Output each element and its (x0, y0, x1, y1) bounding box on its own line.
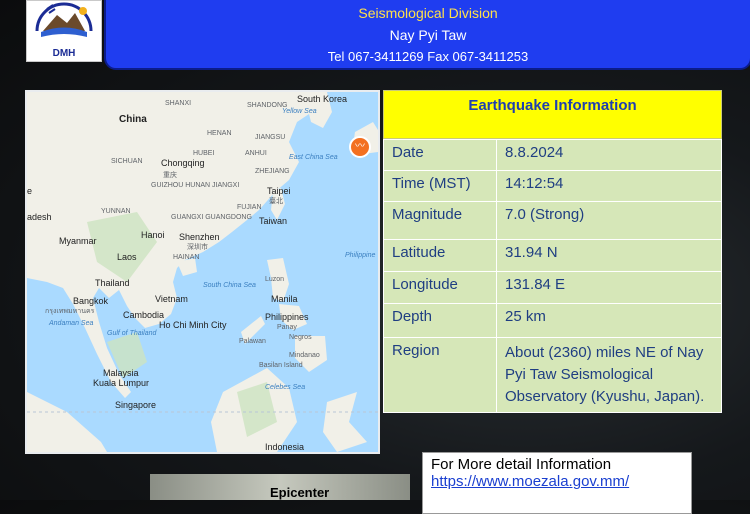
map-label-taipei-zh: 臺北 (269, 198, 283, 205)
map-label-indonesia: Indonesia (265, 442, 305, 452)
map-label-vietnam: Vietnam (155, 294, 188, 304)
map-label-hainan: HAINAN (173, 254, 200, 261)
row-label: Time (MST) (383, 170, 497, 202)
row-value: 131.84 E (496, 271, 722, 304)
map-label-myanmar: Myanmar (59, 236, 97, 246)
header-contact: Tel 067-3411269 Fax 067-3411253 (327, 49, 529, 64)
map-label-fujian: FUJIAN (237, 204, 262, 211)
map-label-anhui: ANHUI (245, 150, 267, 157)
map-label-philippine-sea: Philippine (345, 252, 376, 259)
map-label-shenzhen-zh: 深圳市 (187, 244, 208, 251)
map-label-yellow-sea: Yellow Sea (282, 108, 317, 115)
table-row: Date 8.8.2024 (383, 139, 722, 171)
map-label-jiangsu: JIANGSU (255, 134, 286, 141)
header-city: Nay Pyi Taw (389, 27, 467, 43)
map-label-panay: Panay (277, 324, 297, 331)
map-label-zhejiang: ZHEJIANG (255, 168, 290, 175)
map-panel[interactable]: South Korea China SHANXI SHANDONG Yellow… (25, 90, 380, 454)
epicenter-caption: Epicenter (270, 485, 330, 500)
map-label-guizhou-hunan-jiangxi: GUIZHOU HUNAN JIANGXI (151, 182, 240, 189)
map-label-gulf-of-thailand: Gulf of Thailand (107, 330, 157, 337)
map-label-ho-chi-minh: Ho Chi Minh City (159, 320, 227, 330)
table-row: Latitude 31.94 N (383, 239, 722, 272)
map-label-south-china-sea: South China Sea (203, 282, 256, 289)
table-row: Region About (2360) miles NE of Nay Pyi … (383, 337, 722, 413)
map-label-celebes-sea: Celebes Sea (265, 384, 306, 391)
logo-emblem-icon (35, 2, 93, 37)
map-label-bangkok: Bangkok (73, 296, 109, 306)
map-label-china: China (119, 114, 147, 125)
map-label-shanxi: SHANXI (165, 100, 192, 107)
info-table: Date 8.8.2024 Time (MST) 14:12:54 Magnit… (383, 139, 722, 413)
map-label-luzon: Luzon (265, 276, 285, 283)
map-label-negros: Negros (289, 334, 312, 341)
row-label: Latitude (383, 239, 497, 272)
map-label-east-china-sea: East China Sea (289, 154, 338, 161)
row-label: Date (383, 139, 497, 171)
map-label-kuala-lumpur: Kuala Lumpur (93, 378, 150, 388)
map-label-hubei: HUBEI (193, 150, 215, 157)
map-label-chongqing: Chongqing (161, 158, 205, 168)
map-label-mindanao: Mindanao (289, 352, 320, 359)
map-label-taipei: Taipei (267, 186, 291, 196)
map-label-malaysia: Malaysia (103, 368, 139, 378)
earthquake-info-panel: Earthquake Information Date 8.8.2024 Tim… (383, 90, 722, 413)
row-value: 25 km (496, 303, 722, 338)
row-value: 7.0 (Strong) (496, 201, 722, 240)
more-info-label: For More detail Information (431, 456, 612, 473)
table-row: Magnitude 7.0 (Strong) (383, 201, 722, 240)
map-label-sichuan: SICHUAN (111, 158, 143, 165)
dmh-logo: DMH (26, 0, 102, 62)
more-info-box: For More detail Information https://www.… (422, 452, 692, 514)
map-label-andaman-sea: Andaman Sea (49, 320, 94, 327)
more-info-link[interactable]: https://www.moezala.gov.mm/ (423, 473, 691, 490)
map-label-bangladesh-edge: adesh (27, 212, 52, 222)
map-label-yunnan: YUNNAN (101, 208, 131, 215)
row-label: Depth (383, 303, 497, 338)
header-division: Seismological Division (358, 5, 498, 21)
table-row: Depth 25 km (383, 303, 722, 338)
map-label-taiwan: Taiwan (259, 216, 288, 226)
map-label-henan: HENAN (207, 130, 232, 137)
map-label-hanoi: Hanoi (141, 230, 165, 240)
header-banner: Seismological Division Nay Pyi Taw Tel 0… (104, 0, 750, 70)
row-value: About (2360) miles NE of Nay Pyi Taw Sei… (496, 337, 722, 413)
map-label-guangxi-guangdong: GUANGXI GUANGDONG (171, 214, 252, 221)
epicenter-marker-icon[interactable]: 〰 (349, 136, 371, 158)
map-label-thailand: Thailand (95, 278, 130, 288)
info-title: Earthquake Information (383, 90, 722, 139)
row-value: 31.94 N (496, 239, 722, 272)
map-label-chongqing-zh: 重庆 (163, 172, 177, 179)
row-label: Region (383, 337, 497, 413)
map-label-cambodia: Cambodia (123, 310, 165, 320)
row-value: 8.8.2024 (496, 139, 722, 171)
map-land-icon (27, 92, 378, 452)
map-label-philippines: Philippines (265, 312, 309, 322)
table-row: Time (MST) 14:12:54 (383, 170, 722, 202)
map-label-edge-e: e (27, 186, 33, 196)
logo-text: DMH (52, 48, 76, 59)
map-label-basilan-island: Basilan Island (259, 362, 303, 369)
map-label-manila: Manila (271, 294, 298, 304)
map-label-laos: Laos (117, 252, 137, 262)
map-label-bangkok-th: กรุงเทพมหานคร (45, 308, 95, 315)
row-label: Magnitude (383, 201, 497, 240)
map-label-palawan: Palawan (239, 338, 266, 345)
row-label: Longitude (383, 271, 497, 304)
map-label-south-korea: South Korea (297, 94, 348, 104)
map-label-shenzhen: Shenzhen (179, 232, 220, 242)
row-value: 14:12:54 (496, 170, 722, 202)
table-row: Longitude 131.84 E (383, 271, 722, 304)
map-label-singapore: Singapore (115, 400, 157, 410)
